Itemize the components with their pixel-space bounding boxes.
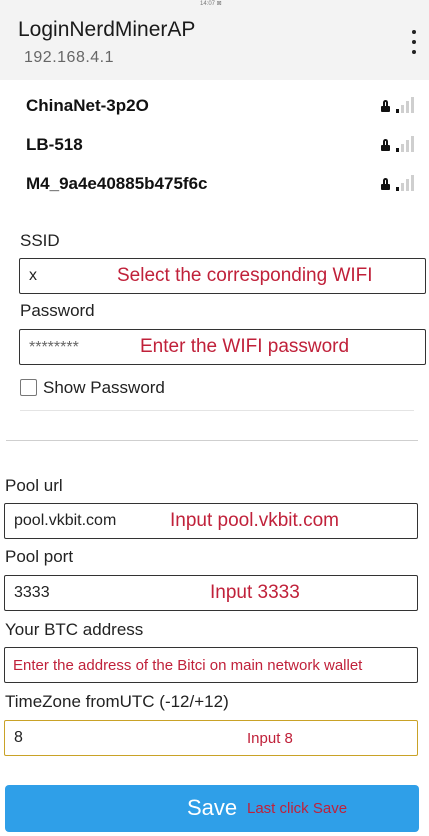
timezone-hint: Input 8 xyxy=(247,730,293,747)
app-header: 14:07 ⊠ LoginNerdMinerAP 192.168.4.1 xyxy=(0,0,429,80)
section-divider xyxy=(6,440,418,441)
timezone-input[interactable]: 8 Input 8 xyxy=(4,720,418,756)
wifi-list-item[interactable]: LB-518 xyxy=(0,128,429,164)
overflow-menu-icon[interactable] xyxy=(407,30,421,54)
timezone-label: TimeZone fromUTC (-12/+12) xyxy=(5,692,229,711)
timezone-value: 8 xyxy=(14,729,23,746)
password-label: Password xyxy=(20,301,95,320)
wifi-signal-icon xyxy=(396,136,414,152)
wifi-name: ChinaNet-3p2O xyxy=(26,96,149,115)
password-input[interactable]: ******** Enter the WIFI password xyxy=(19,329,426,365)
save-button-hint: Last click Save xyxy=(247,800,348,817)
wifi-list-item[interactable]: M4_9a4e40885b475f6c xyxy=(0,167,429,203)
ssid-hint: Select the corresponding WIFI xyxy=(117,265,373,286)
pool-port-label: Pool port xyxy=(5,547,74,566)
save-button-label: Save xyxy=(187,795,238,820)
wifi-signal-icon xyxy=(396,97,414,113)
page-title: LoginNerdMinerAP xyxy=(18,18,196,41)
status-bar-text: 14:07 ⊠ xyxy=(200,1,222,7)
btc-address-hint: Enter the address of the Bitci on main n… xyxy=(13,657,363,674)
pool-url-value: pool.vkbit.com xyxy=(14,512,117,529)
pool-url-input[interactable]: pool.vkbit.com Input pool.vkbit.com xyxy=(4,503,418,539)
wifi-signal-icon xyxy=(396,175,414,191)
save-button[interactable]: Save Last click Save xyxy=(5,785,419,832)
wifi-list-item[interactable]: ChinaNet-3p2O xyxy=(0,89,429,125)
section-divider xyxy=(20,410,414,411)
pool-port-value: 3333 xyxy=(14,584,50,601)
page-subtitle-ip: 192.168.4.1 xyxy=(24,49,115,66)
password-hint: Enter the WIFI password xyxy=(140,336,350,357)
wifi-name: LB-518 xyxy=(26,135,83,154)
lock-icon xyxy=(381,100,390,112)
pool-port-input[interactable]: 3333 Input 3333 xyxy=(4,575,418,611)
lock-icon xyxy=(381,139,390,151)
password-value: ******** xyxy=(29,339,79,356)
wifi-name: M4_9a4e40885b475f6c xyxy=(26,174,208,193)
btc-address-label: Your BTC address xyxy=(5,620,144,639)
ssid-input[interactable]: x Select the corresponding WIFI xyxy=(19,258,426,294)
pool-url-label: Pool url xyxy=(5,476,63,495)
show-password-label: Show Password xyxy=(43,378,165,397)
btc-address-input[interactable]: Enter the address of the Bitci on main n… xyxy=(4,647,418,683)
show-password-checkbox[interactable] xyxy=(20,379,37,396)
pool-port-hint: Input 3333 xyxy=(210,582,300,603)
pool-url-hint: Input pool.vkbit.com xyxy=(170,510,339,531)
ssid-value: x xyxy=(29,267,37,284)
lock-icon xyxy=(381,178,390,190)
ssid-label: SSID xyxy=(20,231,60,250)
